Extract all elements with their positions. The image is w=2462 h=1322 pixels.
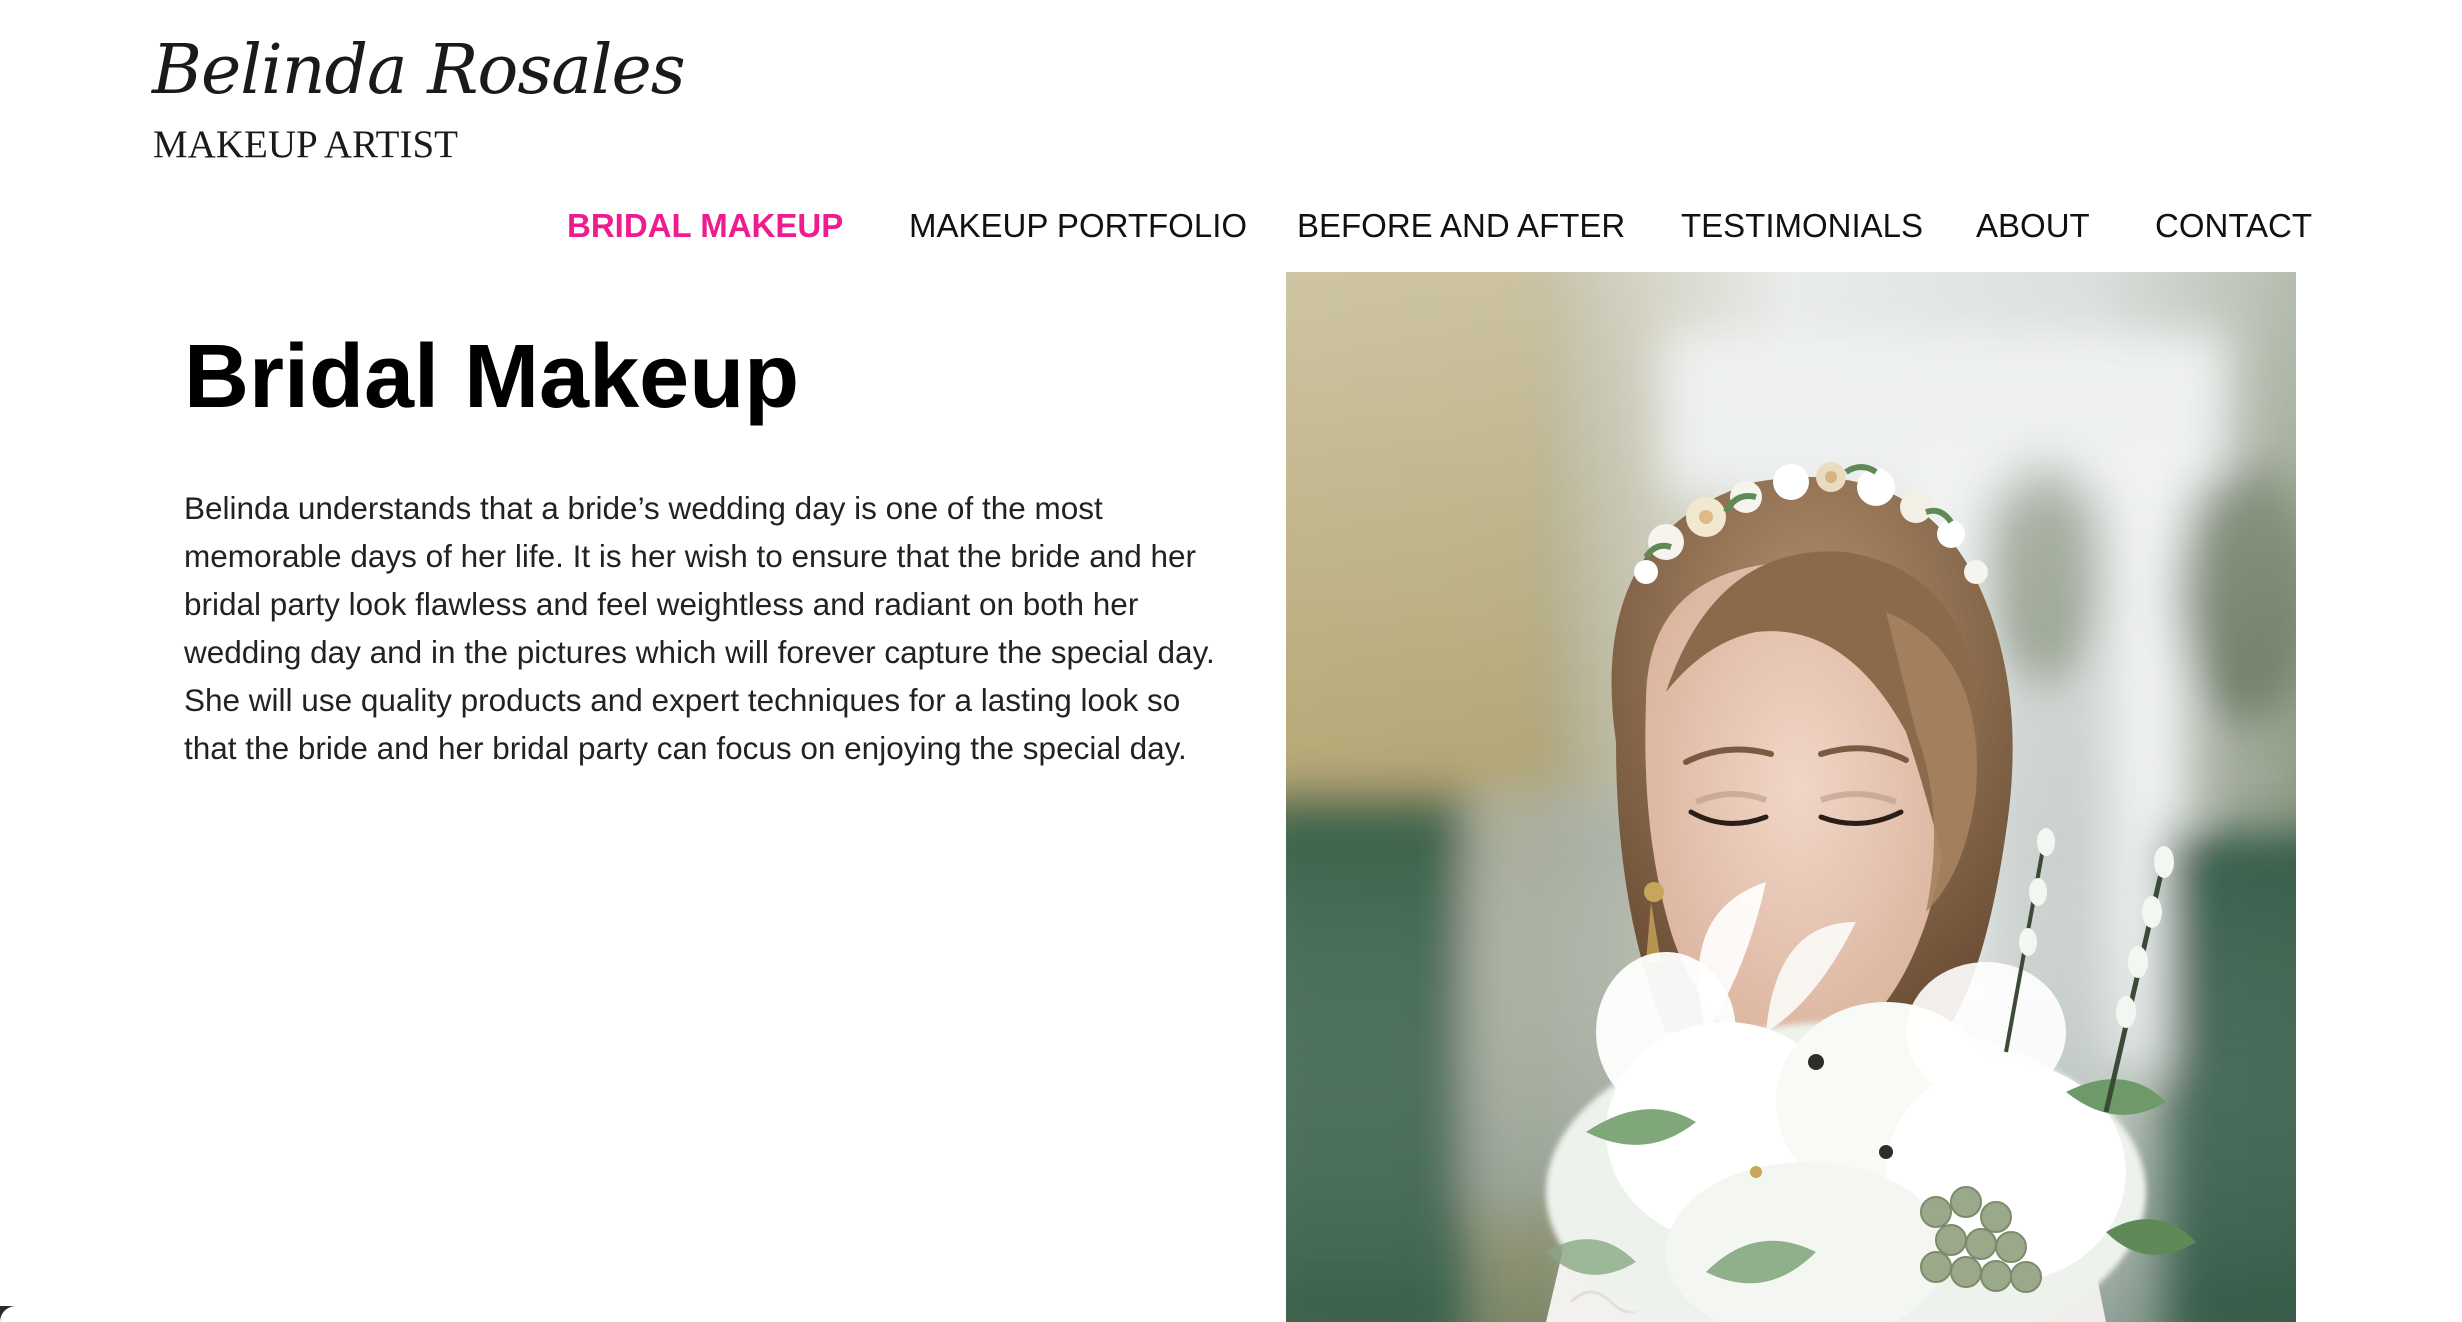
- bride-photo: [1286, 272, 2296, 1322]
- page-title: Bridal Makeup: [184, 327, 800, 427]
- nav-item-contact[interactable]: CONTACT: [2155, 204, 2312, 248]
- nav-item-makeup-portfolio[interactable]: MAKEUP PORTFOLIO: [909, 204, 1247, 248]
- site-tagline: MAKEUP ARTIST: [153, 123, 458, 166]
- window-corner: [0, 1306, 32, 1322]
- nav-item-bridal-makeup[interactable]: BRIDAL MAKEUP: [567, 204, 843, 248]
- nav-item-testimonials[interactable]: TESTIMONIALS: [1681, 204, 1923, 248]
- nav-item-before-and-after[interactable]: BEFORE AND AFTER: [1297, 204, 1625, 248]
- nav-item-about[interactable]: ABOUT: [1976, 204, 2090, 248]
- site-logo-name[interactable]: Belinda Rosales: [152, 26, 686, 116]
- intro-paragraph: Belinda understands that a bride’s weddi…: [184, 490, 1215, 766]
